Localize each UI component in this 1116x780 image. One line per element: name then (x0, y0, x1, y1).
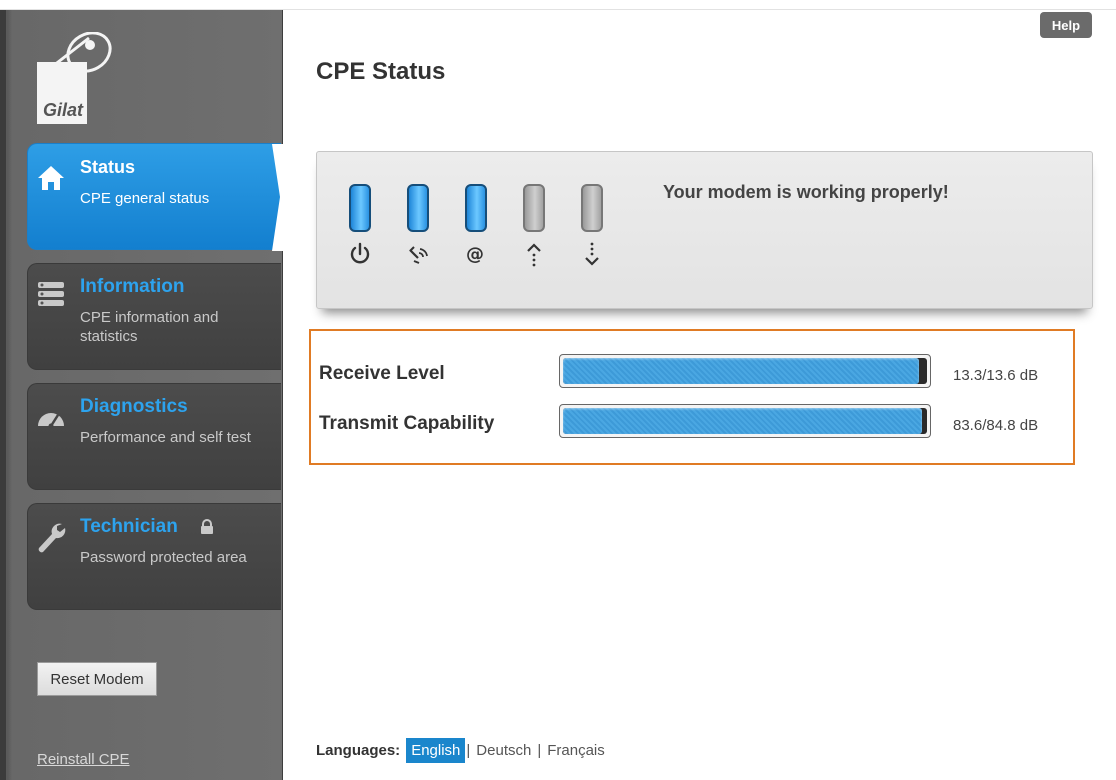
receive-level-label: Receive Level (319, 363, 445, 384)
receive-level-value: 13.3/13.6 dB (953, 367, 1039, 384)
sidebar-item-title: Technician (80, 516, 178, 537)
transmit-capability-bar (559, 404, 931, 438)
gauge-icon (36, 406, 66, 435)
active-pointer (272, 144, 284, 251)
signal-levels-box: Receive Level 13.3/13.6 dB Transmit Capa… (309, 329, 1075, 465)
top-border (0, 0, 1116, 10)
list-icon (36, 280, 66, 313)
led-satellite (407, 184, 429, 232)
satellite-icon (405, 241, 431, 267)
sidebar-edge (0, 10, 6, 780)
status-message: Your modem is working properly! (663, 182, 949, 202)
power-icon (347, 241, 373, 267)
language-english[interactable]: English (406, 738, 466, 763)
status-panel: @ Your modem is working properly! (316, 151, 1093, 309)
language-francais[interactable]: Français (542, 738, 610, 763)
wrench-icon (36, 520, 66, 559)
transmit-capability-fill (563, 408, 922, 434)
sidebar-item-desc: Password protected area (80, 549, 247, 566)
reset-modem-button[interactable]: Reset Modem (37, 662, 157, 696)
language-deutsch[interactable]: Deutsch (471, 738, 536, 763)
receive-level-fill (563, 358, 919, 384)
led-receive (581, 184, 603, 232)
sidebar-item-desc: CPE general status (80, 190, 210, 207)
sidebar-item-desc: CPE information and statistics (80, 309, 219, 345)
sidebar: Gilat Status CPE general status Informat… (0, 10, 284, 780)
upload-icon (521, 241, 547, 267)
logo-text: Gilat (43, 100, 84, 120)
reinstall-cpe-link[interactable]: Reinstall CPE (37, 751, 130, 768)
led-power (349, 184, 371, 232)
sidebar-item-status[interactable]: Status CPE general status (27, 143, 284, 251)
language-selector: Languages: English | Deutsch | Français (316, 738, 610, 763)
transmit-capability-value: 83.6/84.8 dB (953, 417, 1039, 434)
home-icon (36, 164, 66, 197)
lock-icon (200, 519, 214, 540)
page-title: CPE Status (316, 58, 446, 85)
sidebar-item-technician[interactable]: Technician Password protected area (27, 503, 281, 610)
at-icon: @ (463, 241, 489, 267)
help-button[interactable]: Help (1040, 12, 1092, 38)
sidebar-item-information[interactable]: Information CPE information and statisti… (27, 263, 281, 370)
transmit-capability-label: Transmit Capability (319, 413, 495, 434)
sidebar-item-desc: Performance and self test (80, 429, 251, 446)
gilat-logo: Gilat (37, 31, 115, 128)
sidebar-item-diagnostics[interactable]: Diagnostics Performance and self test (27, 383, 281, 490)
sidebar-item-title: Diagnostics (80, 396, 188, 417)
led-internet (465, 184, 487, 232)
led-transmit (523, 184, 545, 232)
sidebar-item-title: Status (80, 157, 136, 177)
languages-label: Languages: (316, 742, 401, 759)
receive-level-bar (559, 354, 931, 388)
svg-text:@: @ (466, 244, 484, 265)
download-icon (579, 241, 605, 267)
sidebar-item-title: Information (80, 276, 185, 297)
